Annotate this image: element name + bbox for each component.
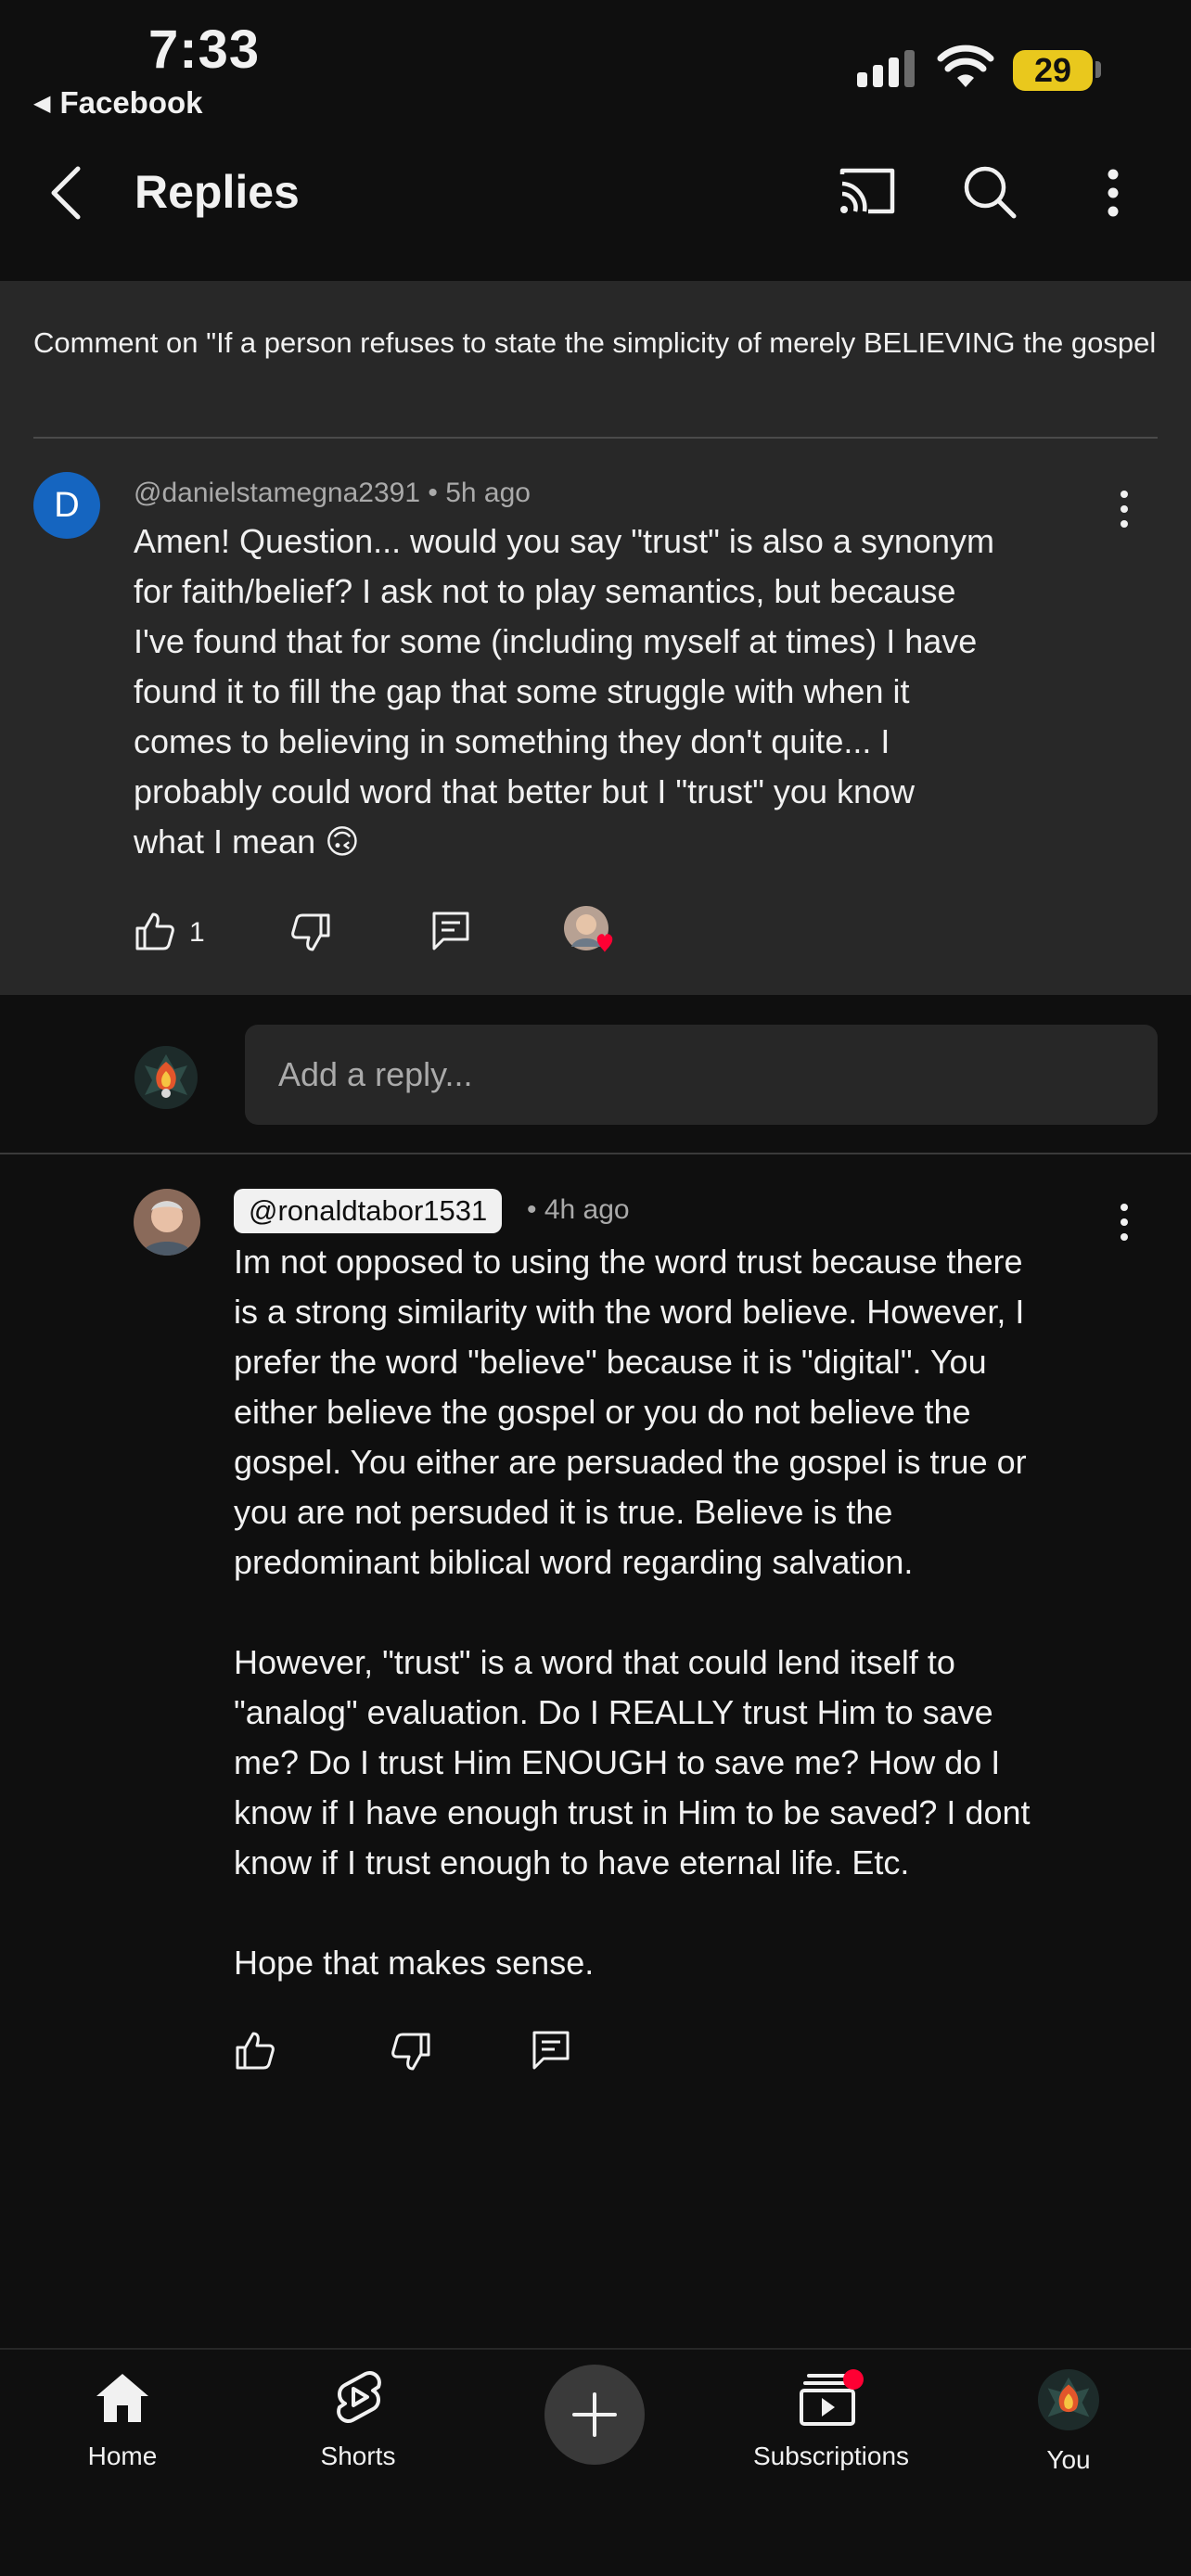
signal-icon bbox=[857, 50, 915, 87]
nav-label: Shorts bbox=[320, 2442, 396, 2470]
avatar[interactable]: D bbox=[33, 472, 100, 539]
comment-meta: @danielstamegna2391 • 5h ago bbox=[134, 478, 531, 509]
nav-label: Home bbox=[87, 2442, 158, 2470]
reply-line: you are not persuded it is true. Believe… bbox=[234, 1493, 893, 1531]
like-icon[interactable] bbox=[234, 2029, 276, 2072]
user-avatar[interactable] bbox=[134, 1045, 198, 1110]
battery-indicator: 29 bbox=[1013, 50, 1093, 91]
reply-line: However, "trust" is a word that could le… bbox=[234, 1643, 955, 1681]
avatar[interactable] bbox=[134, 1189, 200, 1256]
reply-paragraph: Im not opposed to using the word trust b… bbox=[234, 1237, 1161, 1588]
nav-label: Subscriptions bbox=[752, 2442, 910, 2470]
video-context-text: Comment on "If a person refuses to state… bbox=[33, 326, 1158, 359]
plus-icon bbox=[572, 2392, 617, 2437]
status-time: 7:33 bbox=[148, 19, 261, 80]
dislike-icon[interactable] bbox=[289, 912, 332, 954]
shorts-icon bbox=[337, 2371, 381, 2423]
nav-label: You bbox=[1046, 2445, 1091, 2474]
comment-line: for faith/belief? I ask not to play sema… bbox=[134, 572, 956, 610]
comment-text: Amen! Question... would you say "trust" … bbox=[134, 516, 1117, 867]
bottom-navigation: Home Shorts Subscriptions You bbox=[0, 2348, 1191, 2576]
dislike-icon[interactable] bbox=[390, 2031, 432, 2073]
subscriptions-icon bbox=[800, 2369, 864, 2426]
parent-comment-section: Comment on "If a person refuses to state… bbox=[0, 281, 1191, 995]
wifi-icon bbox=[937, 45, 994, 87]
comment-time: 5h ago bbox=[445, 478, 531, 508]
meta-separator: • bbox=[428, 478, 446, 508]
reply-line: gospel. You either are persuaded the gos… bbox=[234, 1443, 1027, 1481]
battery-cap bbox=[1095, 61, 1101, 78]
nav-home[interactable]: Home bbox=[30, 2368, 215, 2471]
reply-line: know if I trust enough to have eternal l… bbox=[234, 1843, 910, 1881]
reply-meta: • 4h ago bbox=[527, 1194, 630, 1226]
comment-author[interactable]: @danielstamegna2391 bbox=[134, 478, 420, 508]
reply-line: is a strong similarity with the word bel… bbox=[234, 1293, 1025, 1331]
reply-input-row: Add a reply... bbox=[0, 995, 1191, 1153]
comment-line: found it to fill the gap that some strug… bbox=[134, 672, 910, 710]
upside-down-face-emoji: 🙃 bbox=[325, 823, 360, 861]
back-triangle-icon: ◀ bbox=[33, 90, 51, 116]
more-options-icon[interactable] bbox=[1095, 163, 1132, 223]
you-avatar-icon bbox=[1037, 2368, 1100, 2431]
comment-line: what I mean 🙃 bbox=[134, 817, 1117, 867]
reply-paragraph: Hope that makes sense. bbox=[234, 1944, 595, 1982]
reply-line: know if I have enough trust in Him to be… bbox=[234, 1793, 1031, 1831]
comment-line: I've found that for some (including myse… bbox=[134, 622, 978, 660]
nav-you[interactable]: You bbox=[976, 2368, 1161, 2475]
reply-line: prefer the word "believe" because it is … bbox=[234, 1343, 987, 1381]
create-button[interactable] bbox=[544, 2365, 645, 2465]
like-count: 1 bbox=[189, 917, 205, 948]
cast-icon[interactable] bbox=[837, 165, 898, 217]
comment-line: comes to believing in something they don… bbox=[134, 722, 890, 760]
reply-icon[interactable] bbox=[531, 2029, 571, 2072]
reply-line: "analog" evaluation. Do I REALLY trust H… bbox=[234, 1693, 993, 1731]
back-to-app-link[interactable]: ◀ Facebook bbox=[33, 85, 203, 121]
comment-line: Amen! Question... would you say "trust" … bbox=[134, 522, 994, 560]
search-icon[interactable] bbox=[961, 163, 1018, 221]
reply-input[interactable]: Add a reply... bbox=[245, 1025, 1158, 1125]
nav-subscriptions[interactable]: Subscriptions bbox=[738, 2368, 924, 2471]
page: 7:33 ◀ Facebook 29 Replies Comment on "I… bbox=[0, 0, 1191, 2576]
status-bar: 7:33 ◀ Facebook 29 bbox=[0, 0, 1191, 130]
divider bbox=[0, 1153, 1191, 1154]
divider bbox=[33, 437, 1158, 439]
reply-time: 4h ago bbox=[544, 1194, 630, 1225]
reply-line: Im not opposed to using the word trust b… bbox=[234, 1243, 1023, 1281]
page-title: Replies bbox=[134, 166, 300, 218]
replies-header: Replies bbox=[0, 139, 1191, 250]
reply-line: predominant biblical word regarding salv… bbox=[234, 1543, 914, 1581]
reply-icon[interactable] bbox=[430, 910, 471, 952]
reply-line: me? Do I trust Him ENOUGH to save me? Ho… bbox=[234, 1743, 1001, 1781]
home-icon bbox=[96, 2374, 148, 2422]
reply-paragraph: However, "trust" is a word that could le… bbox=[234, 1638, 1161, 1888]
reply-text: Im not opposed to using the word trust b… bbox=[234, 1237, 1161, 2038]
like-icon[interactable] bbox=[134, 910, 176, 952]
comment-line-text: what I mean bbox=[134, 823, 316, 861]
back-arrow-icon[interactable] bbox=[45, 163, 89, 223]
nav-shorts[interactable]: Shorts bbox=[265, 2368, 451, 2471]
meta-separator: • bbox=[527, 1194, 544, 1225]
back-app-label: Facebook bbox=[59, 85, 203, 120]
reply-author-chip[interactable]: @ronaldtabor1531 bbox=[234, 1189, 503, 1233]
reply-line: either believe the gospel or you do not … bbox=[234, 1393, 971, 1431]
creator-heart-icon bbox=[564, 906, 613, 952]
comment-line: probably could word that better but I "t… bbox=[134, 772, 916, 810]
